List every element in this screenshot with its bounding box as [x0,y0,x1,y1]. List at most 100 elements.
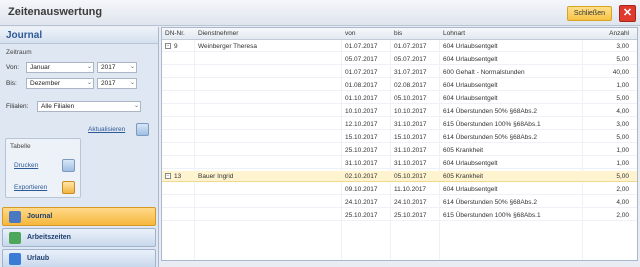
lohnart-cell: 615 Überstunden 100% §68Abs.1 [443,212,541,219]
von-cell: 09.10.2017 [345,186,378,193]
table-row[interactable]: 01.10.2017 05.10.2017 604 Urlaubsentgelt 5,… [162,93,637,104]
table-row[interactable]: 12.10.2017 31.10.2017 615 Überstunden 100%… [162,119,637,130]
anzahl-cell: 2,00 [616,212,629,219]
lohnart-cell: 604 Urlaubsentgelt [443,82,498,89]
col-bis[interactable]: bis [394,30,402,37]
anzahl-cell: 1,00 [616,82,629,89]
window-title: Zeitenauswertung [8,6,103,18]
bis-cell: 31.10.2017 [394,147,427,154]
sidebar: Journal Zeitraum Von: Januar ⌄ 2017 ⌄ Bis:… [0,27,159,267]
von-cell: 01.07.2017 [345,69,378,76]
table-row[interactable]: 01.08.2017 02.08.2017 604 Urlaubsentgelt 1,… [162,80,637,91]
table-row[interactable]: 24.10.2017 24.10.2017 614 Überstunden 50% … [162,197,637,208]
bis-cell: 05.10.2017 [394,95,427,102]
anzahl-cell: 3,00 [616,121,629,128]
filialen-label: Filialen: [6,103,29,110]
bis-cell: 31.10.2017 [394,160,427,167]
bis-cell: 11.10.2017 [394,186,427,193]
dn-cell: 13 [174,173,182,180]
von-month-select[interactable]: Januar ⌄ [26,62,94,73]
lohnart-cell: 604 Urlaubsentgelt [443,43,498,50]
printer-icon[interactable] [62,159,75,172]
collapse-icon[interactable]: − [165,43,171,49]
bis-cell: 10.10.2017 [394,108,427,115]
lohnart-cell: 614 Überstunden 50% §68Abs.2 [443,108,537,115]
lohnart-cell: 614 Überstunden 50% §68Abs.2 [443,134,537,141]
bis-label: Bis: [6,80,17,87]
lohnart-cell: 604 Urlaubsentgelt [443,160,498,167]
zeitraum-label: Zeitraum [6,49,32,56]
lohnart-cell: 604 Urlaubsentgelt [443,95,498,102]
nav-arbeitszeiten[interactable]: Arbeitszeiten [2,228,156,247]
chevron-down-icon: ⌄ [133,103,139,109]
export-button[interactable]: Exportieren [14,181,47,194]
print-button[interactable]: Drucken [14,159,38,172]
chevron-down-icon: ⌄ [86,80,92,86]
table-row[interactable]: 01.07.2017 31.07.2017 600 Gehalt - Normals… [162,67,637,78]
collapse-icon[interactable]: − [165,173,171,179]
bis-cell: 01.07.2017 [394,43,427,50]
lohnart-cell: 615 Überstunden 100% §68Abs.1 [443,121,541,128]
filialen-select[interactable]: Alle Filialen ⌄ [37,101,141,112]
table-row[interactable]: 09.10.2017 11.10.2017 604 Urlaubsentgelt 2,… [162,184,637,195]
chevron-down-icon: ⌄ [129,80,135,86]
col-dn-nr[interactable]: DN-Nr. [165,30,185,37]
von-year-select[interactable]: 2017 ⌄ [97,62,137,73]
anzahl-cell: 5,00 [616,173,629,180]
lohnart-cell: 600 Gehalt - Normalstunden [443,69,525,76]
bis-cell: 05.10.2017 [394,173,427,180]
nav-urlaub[interactable]: Urlaub [2,249,156,267]
anzahl-cell: 40,00 [612,69,629,76]
bis-cell: 02.08.2017 [394,82,427,89]
close-x-icon[interactable]: ✕ [619,5,636,22]
col-anzahl[interactable]: Anzahl [609,30,629,37]
vacation-icon [9,253,21,265]
refresh-icon[interactable] [136,123,149,136]
worktime-icon [9,232,21,244]
von-cell: 12.10.2017 [345,121,378,128]
sidebar-title: Journal [6,30,43,41]
table-row[interactable]: 15.10.2017 15.10.2017 614 Überstunden 50% … [162,132,637,143]
bis-cell: 31.10.2017 [394,121,427,128]
col-dienstnehmer[interactable]: Dienstnehmer [198,30,238,37]
von-cell: 10.10.2017 [345,108,378,115]
chevron-down-icon: ⌄ [86,64,92,70]
anzahl-cell: 5,00 [616,134,629,141]
table-row[interactable]: 25.10.2017 31.10.2017 605 Krankheit 1,00 [162,145,637,156]
von-cell: 01.08.2017 [345,82,378,89]
bis-cell: 05.07.2017 [394,56,427,63]
refresh-button[interactable]: Aktualisieren [88,123,125,136]
table-row[interactable]: 25.10.2017 25.10.2017 615 Überstunden 100%… [162,210,637,221]
table-row[interactable]: −9 Weinberger Theresa 01.07.2017 01.07.2017… [162,41,637,52]
von-cell: 25.10.2017 [345,212,378,219]
von-cell: 31.10.2017 [345,160,378,167]
bis-year-select[interactable]: 2017 ⌄ [97,78,137,89]
dn-cell: 9 [174,43,178,50]
bis-cell: 24.10.2017 [394,199,427,206]
col-von[interactable]: von [345,30,355,37]
table-row[interactable]: 10.10.2017 10.10.2017 614 Überstunden 50% … [162,106,637,117]
anzahl-cell: 1,00 [616,160,629,167]
nav-journal[interactable]: Journal [2,207,156,226]
col-lohnart[interactable]: Lohnart [443,30,465,37]
journal-table: DN-Nr. Dienstnehmer von bis Lohnart Anza… [161,27,638,261]
von-cell: 01.07.2017 [345,43,378,50]
table-header: DN-Nr. Dienstnehmer von bis Lohnart Anza… [162,28,637,40]
lohnart-cell: 605 Krankheit [443,147,484,154]
anzahl-cell: 1,00 [616,147,629,154]
lohnart-cell: 604 Urlaubsentgelt [443,186,498,193]
table-row[interactable]: 05.07.2017 05.07.2017 604 Urlaubsentgelt 5,… [162,54,637,65]
von-cell: 25.10.2017 [345,147,378,154]
tabelle-label: Tabelle [10,143,31,150]
von-cell: 24.10.2017 [345,199,378,206]
close-button[interactable]: Schließen [566,6,612,21]
table-row[interactable]: 31.10.2017 31.10.2017 604 Urlaubsentgelt 1,… [162,158,637,169]
bis-month-select[interactable]: Dezember ⌄ [26,78,94,89]
table-row[interactable]: −13 Bauer Ingrid 02.10.2017 05.10.2017 605 K… [162,171,637,182]
von-cell: 05.07.2017 [345,56,378,63]
von-cell: 15.10.2017 [345,134,378,141]
export-icon[interactable] [62,181,75,194]
chevron-down-icon: ⌄ [129,64,135,70]
lohnart-cell: 605 Krankheit [443,173,484,180]
von-cell: 02.10.2017 [345,173,378,180]
